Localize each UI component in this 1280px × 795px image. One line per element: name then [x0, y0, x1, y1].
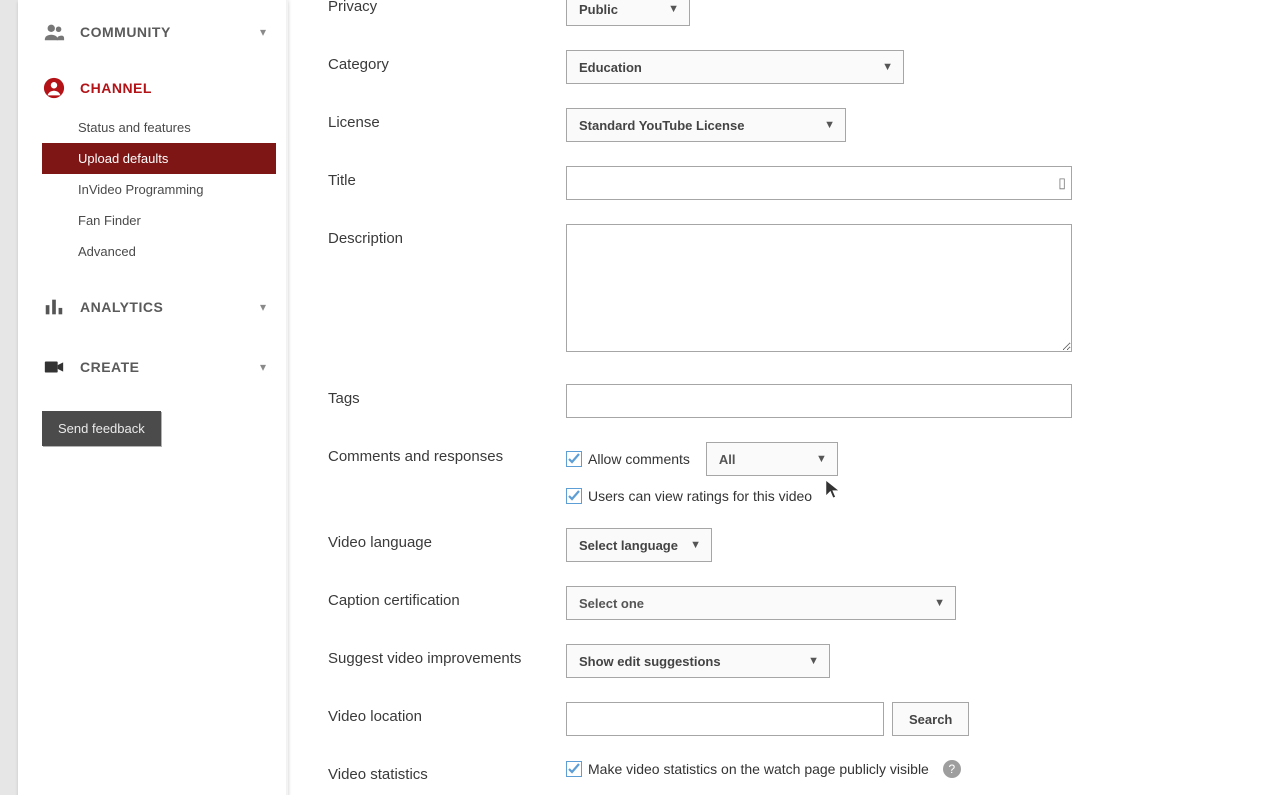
- bar-chart-icon: [42, 295, 66, 319]
- license-dropdown[interactable]: Standard YouTube License ▼: [566, 108, 846, 142]
- chevron-down-icon: ▼: [798, 655, 819, 667]
- video-language-value: Select language: [579, 538, 678, 553]
- input-end-icon: ▯: [1058, 175, 1066, 192]
- video-language-dropdown[interactable]: Select language ▼: [566, 528, 712, 562]
- suggest-improvements-dropdown[interactable]: Show edit suggestions ▼: [566, 644, 830, 678]
- view-ratings-label: Users can view ratings for this video: [588, 488, 812, 504]
- sidebar-item-upload-defaults[interactable]: Upload defaults: [42, 143, 276, 174]
- chevron-down-icon: ▼: [872, 61, 893, 73]
- chevron-down-icon: ▾: [260, 300, 266, 314]
- sidebar-item-create[interactable]: CREATE ▾: [18, 345, 288, 389]
- caption-cert-value: Select one: [579, 596, 644, 611]
- title-input[interactable]: [566, 166, 1072, 200]
- channel-label: CHANNEL: [80, 80, 152, 96]
- category-dropdown[interactable]: Education ▼: [566, 50, 904, 84]
- video-location-label: Video location: [328, 702, 566, 725]
- sidebar-item-community[interactable]: COMMUNITY ▾: [18, 10, 288, 54]
- privacy-label: Privacy: [328, 0, 566, 15]
- caption-cert-dropdown[interactable]: Select one ▼: [566, 586, 956, 620]
- people-icon: [42, 20, 66, 44]
- sidebar-item-analytics[interactable]: ANALYTICS ▾: [18, 285, 288, 329]
- sidebar-item-invideo-programming[interactable]: InVideo Programming: [18, 174, 288, 205]
- channel-subnav: Status and features Upload defaults InVi…: [18, 110, 288, 275]
- sidebar-item-channel[interactable]: CHANNEL: [18, 66, 288, 110]
- comments-label: Comments and responses: [328, 442, 566, 465]
- send-feedback-button[interactable]: Send feedback: [42, 411, 161, 446]
- description-label: Description: [328, 224, 566, 247]
- view-ratings-checkbox[interactable]: [566, 488, 582, 504]
- category-label: Category: [328, 50, 566, 73]
- tags-label: Tags: [328, 384, 566, 407]
- title-label: Title: [328, 166, 566, 189]
- chevron-down-icon: ▼: [680, 539, 701, 551]
- sidebar-item-advanced[interactable]: Advanced: [18, 236, 288, 267]
- allow-comments-checkbox[interactable]: [566, 451, 582, 467]
- chevron-down-icon: ▾: [260, 360, 266, 374]
- suggest-improvements-label: Suggest video improvements: [328, 644, 566, 667]
- category-value: Education: [579, 60, 642, 75]
- video-stats-checkbox[interactable]: [566, 761, 582, 777]
- community-label: COMMUNITY: [80, 24, 171, 40]
- video-camera-icon: [42, 355, 66, 379]
- tags-input[interactable]: [566, 384, 1072, 418]
- sidebar: COMMUNITY ▾ CHANNEL Status and features …: [18, 0, 288, 795]
- chevron-down-icon: ▾: [260, 25, 266, 39]
- main-form: Privacy Public ▼ Category Education ▼ Li…: [288, 0, 1280, 795]
- privacy-dropdown[interactable]: Public ▼: [566, 0, 690, 26]
- chevron-down-icon: ▼: [806, 453, 827, 465]
- comments-filter-dropdown[interactable]: All ▼: [706, 442, 838, 476]
- search-location-button[interactable]: Search: [892, 702, 969, 736]
- chevron-down-icon: ▼: [814, 119, 835, 131]
- help-icon[interactable]: ?: [943, 760, 961, 778]
- sidebar-item-status-features[interactable]: Status and features: [18, 112, 288, 143]
- video-language-label: Video language: [328, 528, 566, 551]
- license-label: License: [328, 108, 566, 131]
- video-statistics-label: Video statistics: [328, 760, 566, 783]
- comments-filter-value: All: [719, 452, 736, 467]
- license-value: Standard YouTube License: [579, 118, 744, 133]
- chevron-down-icon: ▼: [924, 597, 945, 609]
- analytics-label: ANALYTICS: [80, 299, 163, 315]
- chevron-down-icon: ▼: [658, 3, 679, 15]
- privacy-value: Public: [579, 2, 618, 17]
- caption-cert-label: Caption certification: [328, 586, 566, 609]
- video-location-input[interactable]: [566, 702, 884, 736]
- description-input[interactable]: [566, 224, 1072, 352]
- video-stats-label: Make video statistics on the watch page …: [588, 761, 929, 777]
- sidebar-item-fan-finder[interactable]: Fan Finder: [18, 205, 288, 236]
- suggest-improvements-value: Show edit suggestions: [579, 654, 721, 669]
- user-circle-icon: [42, 76, 66, 100]
- allow-comments-label: Allow comments: [588, 451, 690, 467]
- create-label: CREATE: [80, 359, 140, 375]
